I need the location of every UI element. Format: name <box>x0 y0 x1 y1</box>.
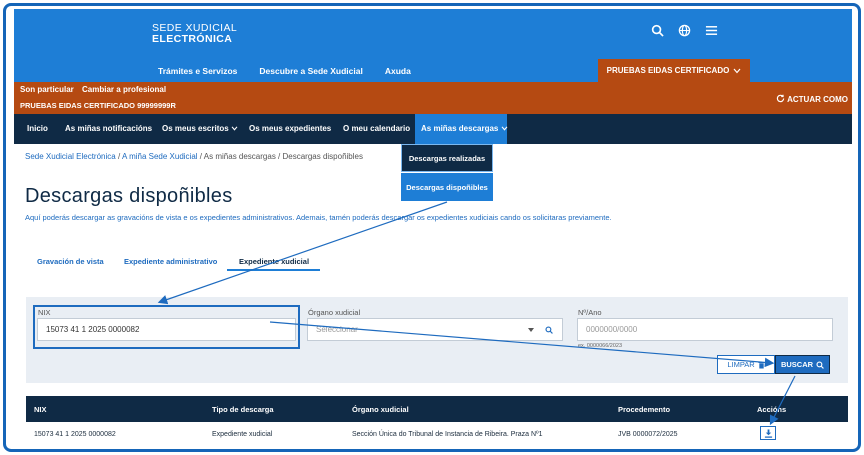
nav-inicio[interactable]: Inicio <box>27 124 48 133</box>
nav-expedientes[interactable]: Os meus expedientes <box>249 124 331 133</box>
dropdown-descargas-disponibles[interactable]: Descargas dispoñibles <box>401 173 493 201</box>
nix-input[interactable]: 15073 41 1 2025 0000082 <box>37 318 296 341</box>
nav-tramites[interactable]: Trámites e Servizos <box>158 66 237 76</box>
caret-down-icon <box>528 328 534 332</box>
nav-escritos[interactable]: Os meus escritos <box>162 124 238 133</box>
cell-procedemento: JVB 0000072/2025 <box>618 431 678 438</box>
refresh-icon <box>776 94 785 103</box>
th-accions: Accións <box>757 405 787 414</box>
page-intro: Aquí poderás descargar as gravacións de … <box>25 213 612 222</box>
chevron-down-icon <box>231 126 238 131</box>
limpar-button[interactable]: LIMPAR <box>717 355 775 374</box>
nav-descargas-label: As miñas descargas <box>421 124 499 133</box>
nav-axuda[interactable]: Axuda <box>385 66 411 76</box>
cell-tipo: Expediente xudicial <box>212 431 273 438</box>
chevron-down-icon <box>733 68 741 73</box>
th-nix: NIX <box>34 405 47 414</box>
organo-select[interactable]: Seleccionar <box>307 318 563 341</box>
top-nav: Trámites e Servizos Descubre a Sede Xudi… <box>158 66 411 76</box>
certificate-button[interactable]: PRUEBAS EIDAS CERTIFICADO <box>598 59 750 82</box>
ano-input[interactable]: 0000000/0000 <box>577 318 833 341</box>
trash-icon <box>758 361 765 368</box>
active-tab-underline <box>227 269 320 271</box>
search-icon <box>816 360 824 369</box>
change-role-link[interactable]: Cambiar a profesional <box>82 85 166 94</box>
organo-label: Órgano xudicial <box>308 308 361 317</box>
user-bar: Son particular Cambiar a profesional PRU… <box>14 82 852 114</box>
download-icon <box>764 428 772 438</box>
cell-organo: Sección Única do Tribunal de Instancia d… <box>352 431 543 438</box>
nav-descubre[interactable]: Descubre a Sede Xudicial <box>259 66 362 76</box>
nav-notificacions[interactable]: As miñas notificacións <box>65 124 152 133</box>
tab-expediente-xudicial[interactable]: Expediente xudicial <box>239 257 309 266</box>
descargas-dropdown: Descargas realizadas Descargas dispoñibl… <box>401 144 493 201</box>
nav-descargas[interactable]: As miñas descargas <box>421 124 508 133</box>
breadcrumb-link-mina-sede[interactable]: A miña Sede Xudicial <box>122 152 198 161</box>
th-tipo: Tipo de descarga <box>212 405 274 414</box>
th-procedemento: Procedemento <box>618 405 671 414</box>
download-button[interactable] <box>760 426 776 440</box>
top-header: SEDE XUDICIAL ELECTRÓNICA Trámites e Ser… <box>14 9 852 82</box>
buscar-label: BUSCAR <box>780 360 814 369</box>
ano-placeholder: 0000000/0000 <box>586 325 638 334</box>
tab-gravacion-vista[interactable]: Gravación de vista <box>37 257 104 266</box>
logo-line2: ELECTRÓNICA <box>152 33 233 45</box>
nav-calendario[interactable]: O meu calendario <box>343 124 410 133</box>
search-icon[interactable] <box>651 24 664 37</box>
dropdown-descargas-realizadas[interactable]: Descargas realizadas <box>401 144 493 172</box>
act-as-label: ACTUAR COMO <box>787 95 848 104</box>
certificate-label: PRUEBAS EIDAS CERTIFICADO <box>606 66 730 75</box>
buscar-button[interactable]: BUSCAR <box>775 355 830 374</box>
certificate-name: PRUEBAS EIDAS CERTIFICADO 99999999R <box>20 101 176 110</box>
ano-label: Nº/Ano <box>578 308 602 317</box>
page-title: Descargas dispoñibles <box>25 185 233 207</box>
chevron-down-icon <box>501 126 508 131</box>
ano-hint: ex. 0000066/2023 <box>578 343 623 349</box>
main-nav: Inicio As miñas notificacións Os meus es… <box>14 114 852 144</box>
search-form: NIX 15073 41 1 2025 0000082 Órgano xudic… <box>26 297 848 383</box>
globe-icon[interactable] <box>678 24 691 37</box>
cell-nix: 15073 41 1 2025 0000082 <box>34 431 116 438</box>
user-role: Son particular <box>20 85 74 94</box>
site-logo[interactable]: SEDE XUDICIAL ELECTRÓNICA <box>152 23 237 45</box>
breadcrumb-link-sede[interactable]: Sede Xudicial Electrónica <box>25 152 116 161</box>
th-organo: Órgano xudicial <box>352 405 409 414</box>
breadcrumb-current: / As miñas descargas / Descargas dispoñi… <box>197 152 363 161</box>
limpar-label: LIMPAR <box>727 360 755 369</box>
results-table-header: NIX Tipo de descarga Órgano xudicial Pro… <box>26 396 848 422</box>
search-icon[interactable] <box>545 326 553 334</box>
nix-value: 15073 41 1 2025 0000082 <box>46 325 140 334</box>
nav-escritos-label: Os meus escritos <box>162 124 229 133</box>
menu-icon[interactable] <box>705 24 718 37</box>
nix-label: NIX <box>38 308 51 317</box>
tab-expediente-administrativo[interactable]: Expediente administrativo <box>124 257 217 266</box>
act-as-button[interactable]: ACTUAR COMO <box>776 94 848 104</box>
organo-placeholder: Seleccionar <box>316 325 358 334</box>
breadcrumb: Sede Xudicial Electrónica / A miña Sede … <box>25 152 363 161</box>
